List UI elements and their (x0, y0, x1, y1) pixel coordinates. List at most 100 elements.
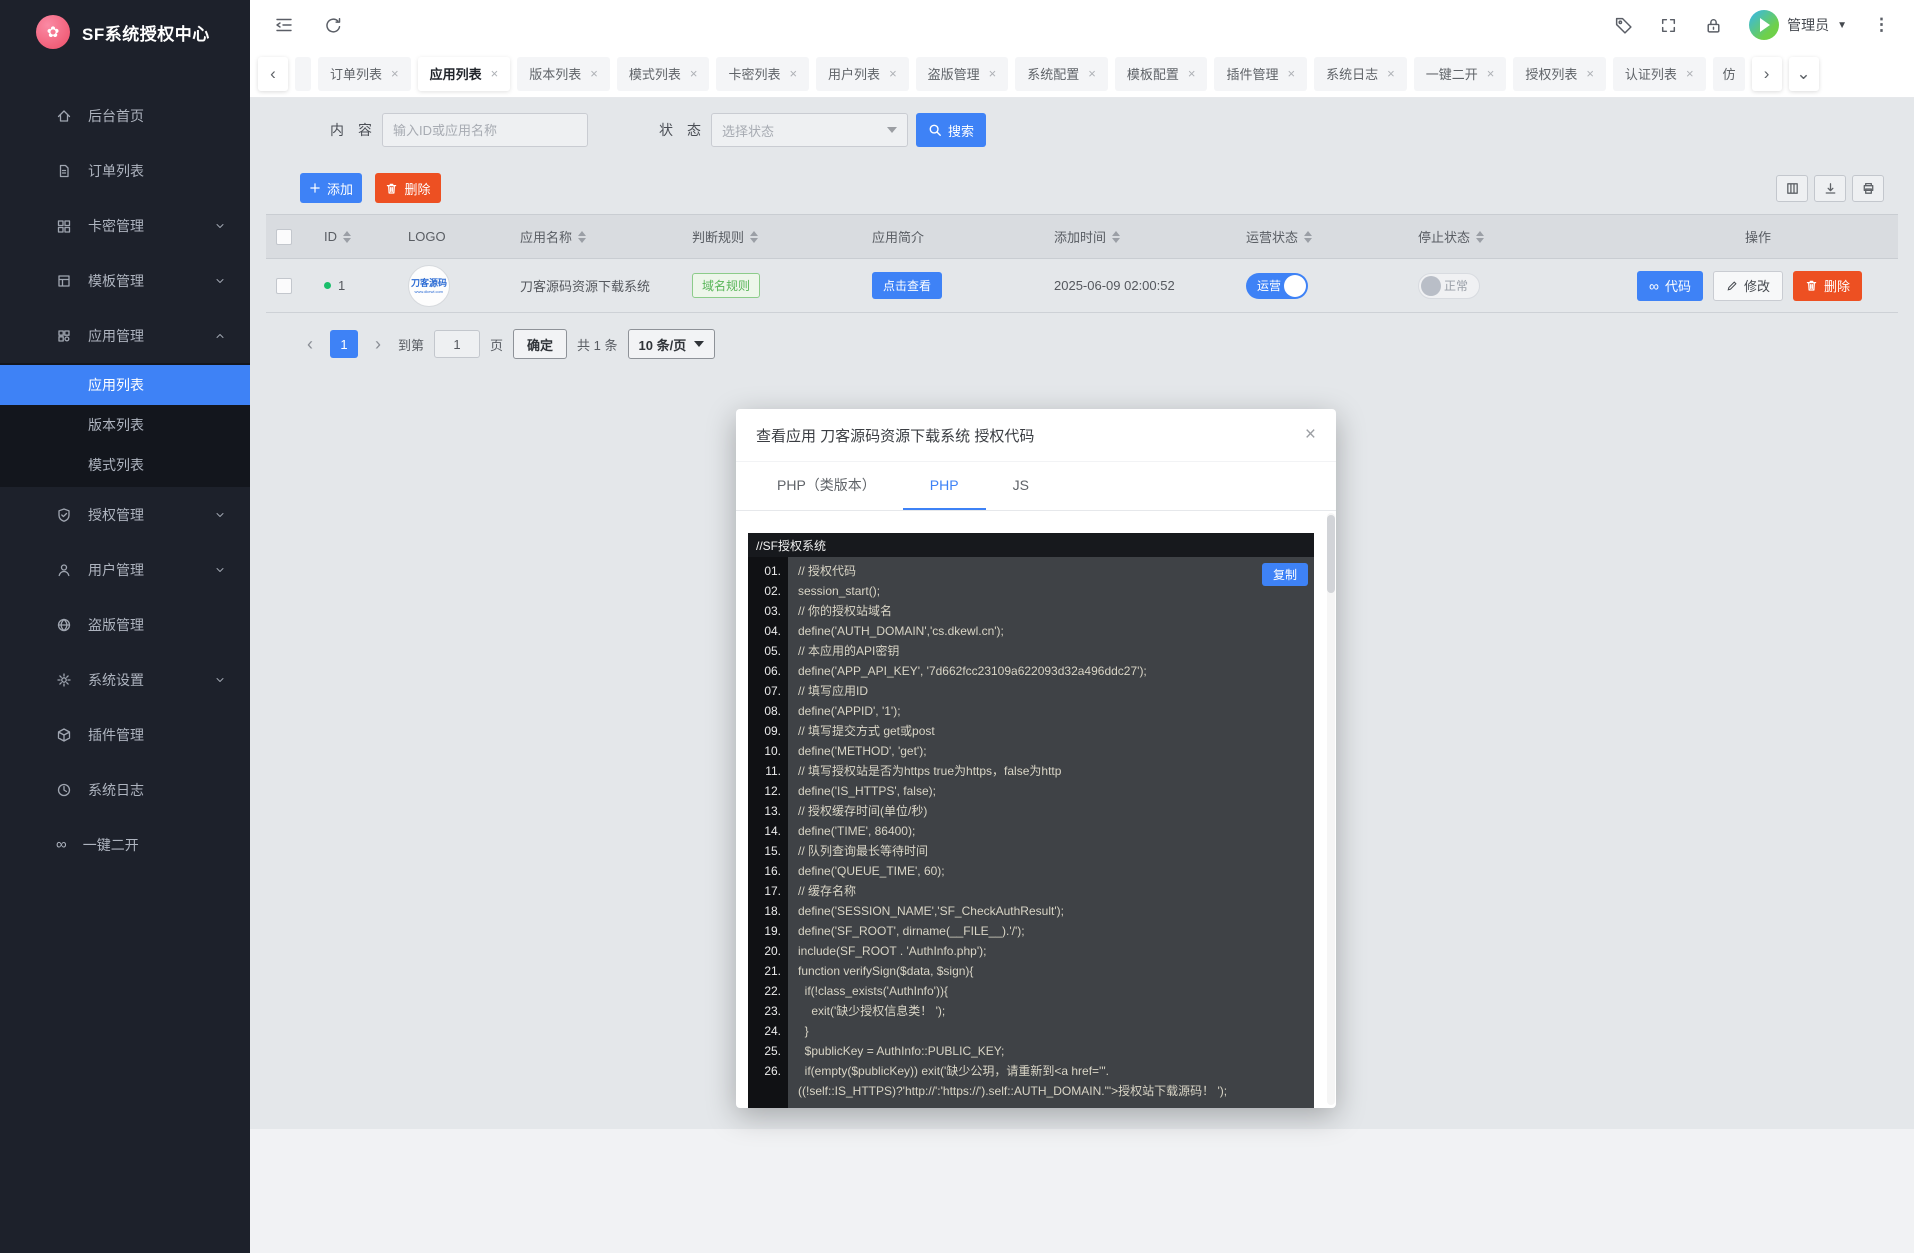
tab[interactable]: 一键二开 × (1413, 56, 1507, 91)
toggle-knob (1284, 274, 1306, 297)
tab-close-icon[interactable]: × (789, 66, 797, 81)
tab[interactable]: 卡密列表 × (716, 56, 810, 91)
tab[interactable]: 授权列表 × (1513, 56, 1606, 91)
prev-page-icon[interactable]: ‹ (300, 334, 320, 355)
sidebar-item-plugins[interactable]: 插件管理 (0, 707, 250, 762)
tab-close-icon[interactable]: × (1487, 66, 1495, 81)
tab[interactable]: 订单列表 × (318, 56, 411, 91)
delete-button[interactable]: 删除 (375, 173, 441, 203)
sort-icon[interactable] (578, 230, 587, 243)
collapse-sidebar-icon[interactable] (274, 15, 294, 35)
sidebar-item-users[interactable]: 用户管理 (0, 542, 250, 597)
modal-tab[interactable]: PHP (902, 462, 986, 510)
add-button[interactable]: 添加 (300, 173, 362, 203)
tab-partial-left[interactable] (295, 56, 311, 91)
tag-icon[interactable] (1614, 16, 1633, 35)
sort-icon[interactable] (1112, 230, 1121, 243)
sidebar-item-logs[interactable]: 系统日志 (0, 762, 250, 817)
tab[interactable]: 用户列表 × (816, 56, 909, 91)
tab-close-icon[interactable]: × (590, 66, 598, 81)
modal-tab[interactable]: JS (986, 462, 1056, 510)
content-search-input[interactable] (382, 113, 588, 147)
tab[interactable]: 认证列表 × (1612, 56, 1706, 91)
modal-close-icon[interactable]: × (1305, 424, 1316, 446)
modal-scrollbar-thumb[interactable] (1327, 515, 1335, 593)
sort-icon[interactable] (343, 230, 351, 243)
tab[interactable]: 系统配置 × (1015, 56, 1108, 91)
goto-page-input[interactable] (434, 330, 481, 358)
select-all-checkbox[interactable] (276, 228, 292, 245)
tab-close-icon[interactable]: × (989, 66, 997, 81)
sidebar-item-orders[interactable]: 订单列表 (0, 143, 250, 198)
run-state-toggle[interactable]: 运营 (1246, 272, 1308, 299)
line-content: define('APP_API_KEY', '7d662fcc23109a622… (798, 664, 1147, 678)
tab[interactable]: 版本列表 × (517, 56, 610, 91)
next-page-icon[interactable]: › (368, 334, 388, 355)
tab-close-icon[interactable]: × (1088, 66, 1096, 81)
sidebar-item-cards[interactable]: 卡密管理 (0, 198, 250, 253)
tab-close-icon[interactable]: × (1188, 66, 1196, 81)
sidebar-item-oneclick[interactable]: ∞ 一键二开 (0, 817, 250, 872)
print-button[interactable] (1852, 174, 1884, 202)
tab-close-icon[interactable]: × (889, 66, 897, 81)
tabs-dropdown-button[interactable]: ⌄ (1788, 56, 1819, 91)
sort-icon[interactable] (750, 230, 759, 243)
sort-icon[interactable] (1476, 230, 1485, 243)
sidebar-subitem-app-list[interactable]: 应用列表 (0, 365, 250, 405)
tab-close-icon[interactable]: × (1586, 66, 1594, 81)
tab-close-icon[interactable]: × (690, 66, 698, 81)
modal-tab[interactable]: PHP（类版本） (750, 462, 903, 510)
refresh-icon[interactable] (324, 16, 343, 35)
sidebar-item-templates[interactable]: 模板管理 (0, 253, 250, 308)
tab-close-icon[interactable]: × (391, 66, 399, 81)
tabs-scroll-left-button[interactable]: ‹ (258, 56, 288, 91)
page-size-select[interactable]: 10 条/页 (627, 329, 716, 359)
code-button[interactable]: ∞ 代码 (1636, 270, 1703, 301)
lock-icon[interactable] (1704, 16, 1723, 35)
row-checkbox[interactable] (276, 277, 292, 294)
sidebar-item-apps[interactable]: 应用管理 (0, 308, 250, 363)
sidebar-subitem-version-list[interactable]: 版本列表 (0, 405, 250, 445)
tab[interactable]: 模板配置 × (1114, 56, 1208, 91)
edit-button[interactable]: 修改 (1712, 270, 1783, 301)
sidebar-item-home[interactable]: 后台首页 (0, 88, 250, 143)
more-options-icon[interactable]: ⋮ (1873, 15, 1890, 35)
column-filter-button[interactable] (1776, 174, 1808, 202)
user-menu[interactable]: 管理员 ▼ (1749, 10, 1847, 40)
line-number: 24. (748, 1021, 788, 1041)
search-button[interactable]: 搜索 (916, 113, 986, 147)
header-stop-state[interactable]: 停止状态 (1408, 214, 1608, 259)
tab[interactable]: 插件管理 × (1214, 56, 1308, 91)
copy-button[interactable]: 复制 (1261, 563, 1308, 586)
header-time[interactable]: 添加时间 (1044, 214, 1236, 259)
sidebar-subitem-mode-list[interactable]: 模式列表 (0, 445, 250, 485)
header-run-state[interactable]: 运营状态 (1236, 214, 1408, 259)
row-delete-button[interactable]: 删除 (1792, 270, 1862, 301)
sidebar-item-auth[interactable]: 授权管理 (0, 487, 250, 542)
modal-scrollbar[interactable] (1327, 513, 1335, 1105)
tab[interactable]: 应用列表 × (417, 56, 511, 91)
export-button[interactable] (1814, 174, 1846, 202)
header-rule[interactable]: 判断规则 (682, 214, 862, 259)
tab[interactable]: 盗版管理 × (915, 56, 1009, 91)
status-select[interactable]: 选择状态 (711, 113, 908, 147)
fullscreen-icon[interactable] (1659, 16, 1678, 35)
tab[interactable]: 系统日志 × (1314, 56, 1407, 91)
sidebar-item-settings[interactable]: 系统设置 (0, 652, 250, 707)
goto-confirm-button[interactable]: 确定 (513, 329, 568, 359)
tab-close-icon[interactable]: × (1686, 66, 1694, 81)
tab[interactable]: 模式列表 × (616, 56, 710, 91)
sort-icon[interactable] (1304, 230, 1313, 243)
tab-close-icon[interactable]: × (1387, 66, 1395, 81)
tab-partial-right[interactable]: 仿 (1712, 56, 1745, 91)
tab-close-icon[interactable]: × (1288, 66, 1296, 81)
sidebar-item-piracy[interactable]: 盗版管理 (0, 597, 250, 652)
code-line: 11. // 填写授权站是否为https true为https，false为ht… (748, 761, 1314, 781)
header-id[interactable]: ID (314, 214, 398, 259)
tabs-scroll-right-button[interactable]: › (1751, 56, 1782, 91)
tab-close-icon[interactable]: × (491, 66, 499, 81)
page-number-button[interactable]: 1 (330, 330, 358, 358)
view-intro-button[interactable]: 点击查看 (872, 272, 943, 299)
stop-state-toggle[interactable]: 正常 (1418, 272, 1480, 299)
header-name[interactable]: 应用名称 (510, 214, 682, 259)
